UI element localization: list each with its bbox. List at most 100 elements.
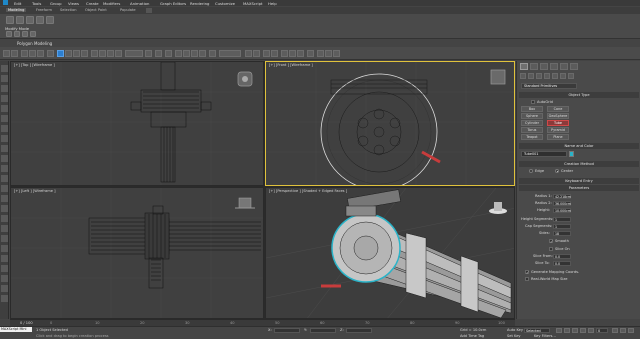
ribbon-icon[interactable]: [281, 50, 288, 57]
autokey-dropdown[interactable]: Selected: [524, 328, 550, 333]
pivot-center-icon[interactable]: [145, 50, 152, 57]
rect-select-icon[interactable]: [73, 50, 80, 57]
named-selection-dropdown[interactable]: [219, 50, 241, 57]
redo-icon[interactable]: [11, 50, 18, 57]
keyboard-entry-header[interactable]: Keyboard Entry: [519, 178, 639, 184]
ribbon-tool-4-icon[interactable]: [36, 16, 44, 24]
cap-segments-spinner[interactable]: 1: [553, 224, 571, 229]
z-coord-field[interactable]: [346, 328, 372, 333]
left-tool-22-icon[interactable]: [1, 275, 8, 282]
primitive-category-dropdown[interactable]: Standard Primitives: [521, 83, 577, 89]
viewport-front[interactable]: [+] [Front ] [Wireframe ]: [265, 61, 515, 186]
motion-tab-icon[interactable]: [550, 63, 558, 70]
ribbon-sub-2-icon[interactable]: [14, 31, 20, 37]
curve-editor-icon[interactable]: [289, 50, 296, 57]
left-tool-1-icon[interactable]: [1, 65, 8, 72]
play-icon[interactable]: [572, 328, 578, 333]
current-frame-field[interactable]: 0: [596, 328, 608, 333]
slice-to-spinner[interactable]: 0.0: [553, 261, 571, 266]
menu-edit[interactable]: Edit: [14, 1, 21, 6]
viewport-perspective[interactable]: [+] [Perspective ] [Shaded + Edged Faces…: [265, 187, 515, 319]
autokey-label[interactable]: Auto Key: [507, 328, 523, 332]
select-manipulate-icon[interactable]: [155, 50, 162, 57]
left-tool-16-icon[interactable]: [1, 215, 8, 222]
left-tool-20-icon[interactable]: [1, 255, 8, 262]
viewport-left[interactable]: [+] [Left ] [Wireframe ]: [10, 187, 264, 319]
left-tool-6-icon[interactable]: [1, 115, 8, 122]
time-slider-bar[interactable]: 0 / 100 0 10 20 30 40 50 60 70 80 90 100: [10, 319, 515, 326]
height-segments-spinner[interactable]: 1: [553, 217, 571, 222]
cone-button[interactable]: Cone: [547, 106, 569, 112]
material-editor-icon[interactable]: [307, 50, 314, 57]
radius1-spinner[interactable]: 42.218cm: [553, 194, 571, 199]
menu-customize[interactable]: Customize: [215, 1, 235, 6]
zoom-extents-icon[interactable]: [612, 328, 618, 333]
display-tab-icon[interactable]: [560, 63, 568, 70]
object-type-header[interactable]: Object Type: [519, 92, 639, 98]
select-object-icon[interactable]: [57, 50, 64, 57]
viewport-top[interactable]: [+] [Top ] [Wireframe ]: [10, 61, 264, 186]
plane-button[interactable]: Plane: [547, 134, 569, 140]
goto-start-icon[interactable]: [556, 328, 562, 333]
mirror-icon[interactable]: [245, 50, 252, 57]
edge-radio[interactable]: [529, 169, 533, 173]
menu-animation[interactable]: Animation: [130, 1, 149, 6]
window-crossing-icon[interactable]: [81, 50, 88, 57]
scale-icon[interactable]: [107, 50, 114, 57]
left-tool-4-icon[interactable]: [1, 95, 8, 102]
smooth-checkbox[interactable]: [549, 239, 553, 244]
link-icon[interactable]: [21, 50, 28, 57]
geosphere-button[interactable]: GeoSphere: [547, 113, 569, 119]
modify-tab-icon[interactable]: [530, 63, 538, 70]
schematic-view-icon[interactable]: [297, 50, 304, 57]
tab-object-paint[interactable]: Object Paint: [85, 8, 107, 12]
pyramid-button[interactable]: Pyramid: [547, 127, 569, 133]
spinner-snap-icon[interactable]: [199, 50, 206, 57]
left-tool-24-icon[interactable]: [1, 295, 8, 302]
render-production-icon[interactable]: [333, 50, 340, 57]
create-tab-icon[interactable]: [520, 63, 528, 70]
left-tool-10-icon[interactable]: [1, 155, 8, 162]
align-icon[interactable]: [253, 50, 260, 57]
tab-freeform[interactable]: Freeform: [36, 8, 52, 12]
slice-from-spinner[interactable]: 0.0: [553, 254, 571, 259]
snaps-toggle-icon[interactable]: [175, 50, 182, 57]
menu-modifiers[interactable]: Modifiers: [103, 1, 120, 6]
left-tool-13-icon[interactable]: [1, 185, 8, 192]
move-icon[interactable]: [91, 50, 98, 57]
place-icon[interactable]: [115, 50, 122, 57]
menu-views[interactable]: Views: [68, 1, 79, 6]
left-tool-12-icon[interactable]: [1, 175, 8, 182]
creation-method-header[interactable]: Creation Method: [519, 161, 639, 167]
left-tool-2-icon[interactable]: [1, 75, 8, 82]
helpers-icon[interactable]: [552, 73, 558, 79]
space-warps-icon[interactable]: [560, 73, 566, 79]
sphere-button[interactable]: Sphere: [521, 113, 543, 119]
layer-explorer-icon[interactable]: [271, 50, 278, 57]
cylinder-button[interactable]: Cylinder: [521, 120, 543, 126]
menu-create[interactable]: Create: [86, 1, 99, 6]
hierarchy-tab-icon[interactable]: [540, 63, 548, 70]
ribbon-sub-1-icon[interactable]: [6, 31, 12, 37]
tab-selection[interactable]: Selection: [60, 8, 77, 12]
ribbon-sub-3-icon[interactable]: [22, 31, 28, 37]
left-tool-18-icon[interactable]: [1, 235, 8, 242]
ribbon-tool-1-icon[interactable]: [6, 16, 14, 24]
geometry-icon[interactable]: [520, 73, 526, 79]
lights-icon[interactable]: [536, 73, 542, 79]
percent-snap-icon[interactable]: [191, 50, 198, 57]
maxscript-listener[interactable]: MAXScript Mini: [0, 327, 32, 332]
left-tool-21-icon[interactable]: [1, 265, 8, 272]
app-logo-icon[interactable]: [3, 0, 8, 5]
real-world-map-checkbox[interactable]: [525, 277, 529, 281]
tab-modeling[interactable]: Modeling: [6, 8, 27, 12]
ribbon-tool-2-icon[interactable]: [16, 16, 24, 24]
menu-tools[interactable]: Tools: [32, 1, 41, 6]
ribbon-tool-3-icon[interactable]: [26, 16, 34, 24]
setkey-label[interactable]: Set Key: [507, 334, 521, 338]
reference-coord-dropdown[interactable]: [125, 50, 143, 57]
keyboard-shortcut-icon[interactable]: [165, 50, 172, 57]
edit-named-sets-icon[interactable]: [209, 50, 216, 57]
ribbon-sub-4-icon[interactable]: [30, 31, 36, 37]
slice-on-checkbox[interactable]: [549, 247, 553, 251]
